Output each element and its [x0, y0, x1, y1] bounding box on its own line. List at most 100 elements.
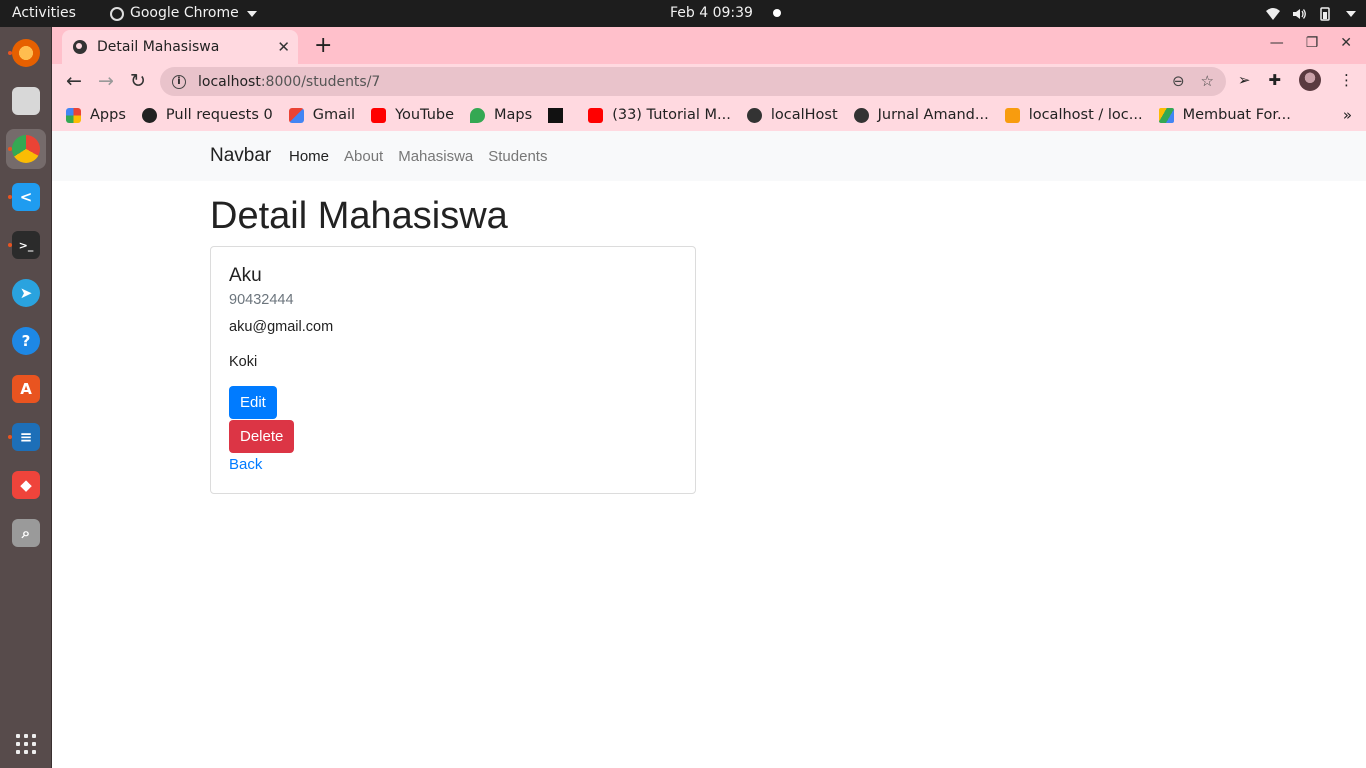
tab-title: Detail Mahasiswa [97, 39, 220, 55]
bookmark-youtube[interactable]: YouTube [371, 107, 454, 123]
battery-icon [1320, 6, 1330, 21]
show-applications-button[interactable] [16, 734, 36, 754]
address-bar[interactable]: i localhost:8000/students/7 ⊖ ☆ [160, 67, 1226, 96]
bookmark-unsplash[interactable] [548, 107, 572, 123]
bookmark-localhost[interactable]: localHost [746, 107, 838, 123]
dock-item-help[interactable]: ? [6, 321, 46, 361]
globe-icon [853, 107, 869, 123]
help-icon: ? [12, 327, 40, 355]
system-tray[interactable] [1266, 0, 1356, 27]
student-nrp: 90432444 [229, 292, 294, 308]
bookmark-label: YouTube [395, 107, 455, 123]
dock-item-terminal[interactable]: >_ [6, 225, 46, 265]
anydesk-icon: ◆ [12, 471, 40, 499]
send-tab-icon[interactable]: ➢ [1238, 71, 1251, 89]
github-icon [141, 107, 157, 123]
close-icon[interactable]: ✕ [1340, 35, 1352, 51]
site-info-icon[interactable]: i [172, 74, 186, 89]
dock-item-firefox[interactable] [6, 33, 46, 73]
bookmark-label: Maps [494, 107, 533, 123]
writer-icon: ≡ [12, 423, 40, 451]
chevron-down-icon [246, 10, 257, 17]
files-icon [12, 87, 40, 115]
close-tab-icon[interactable]: ✕ [277, 38, 290, 56]
bookmark-apps[interactable]: Apps [66, 107, 126, 123]
bookmark-label: Membuat For... [1182, 107, 1291, 123]
apps-icon [66, 107, 81, 123]
reload-icon[interactable]: ↻ [126, 69, 150, 93]
url-host: localhost [198, 73, 261, 90]
nav-mahasiswa[interactable]: Mahasiswa [398, 148, 473, 165]
student-name: Aku [229, 265, 262, 286]
navbar-brand[interactable]: Navbar [210, 145, 271, 167]
bookmark-label: localHost [770, 107, 838, 123]
dock-item-telegram[interactable]: ➤ [6, 273, 46, 313]
screenshot-icon: ⌕ [12, 519, 40, 547]
delete-button[interactable]: Delete [229, 420, 295, 453]
vscode-icon: < [12, 183, 40, 211]
dock-item-software[interactable]: A [6, 369, 46, 409]
dock-item-anydesk[interactable]: ◆ [6, 465, 46, 505]
browser-tab[interactable]: Detail Mahasiswa ✕ [62, 30, 298, 64]
forward-arrow-icon[interactable]: → [94, 69, 118, 93]
maps-icon [470, 107, 486, 123]
nav-students[interactable]: Students [488, 148, 547, 165]
system-top-bar: Activities Google Chrome Feb 4 09:39 [0, 0, 1366, 27]
phpmyadmin-icon [1004, 107, 1020, 123]
dock-item-files[interactable] [6, 81, 46, 121]
app-menu[interactable]: Google Chrome [110, 0, 257, 27]
student-card: Aku 90432444 aku@gmail.com Koki Edit Del… [210, 246, 696, 494]
browser-window: Detail Mahasiswa ✕ + — ❐ ✕ ← → ↻ i local… [52, 27, 1366, 131]
back-arrow-icon[interactable]: ← [62, 69, 86, 93]
clock[interactable]: Feb 4 09:39 [670, 0, 781, 27]
running-indicator [8, 435, 12, 439]
edit-button[interactable]: Edit [229, 386, 277, 419]
bookmark-label: (33) Tutorial M... [612, 107, 731, 123]
nav-home[interactable]: Home [289, 148, 329, 165]
bookmark-label: Pull requests 0 [165, 107, 273, 123]
bookmark-maps[interactable]: Maps [470, 107, 532, 123]
bookmark-gmail[interactable]: Gmail [288, 107, 356, 123]
youtube-icon [588, 107, 604, 123]
dock-item-chrome[interactable] [6, 129, 46, 169]
browser-toolbar: ← → ↻ i localhost:8000/students/7 ⊖ ☆ ➢ … [52, 64, 1366, 99]
minimize-icon[interactable]: — [1270, 35, 1284, 51]
dock-item-screenshot[interactable]: ⌕ [6, 513, 46, 553]
bookmark-label: Jurnal Amand... [877, 107, 989, 123]
wifi-icon [1266, 7, 1280, 20]
nav-about[interactable]: About [344, 148, 383, 165]
bookmark-jurnal[interactable]: Jurnal Amand... [853, 107, 989, 123]
running-indicator [8, 51, 12, 55]
running-indicator [8, 243, 12, 247]
bookmark-tutorial[interactable]: (33) Tutorial M... [588, 107, 731, 123]
bookmark-pull-requests[interactable]: Pull requests 0 [141, 107, 273, 123]
bookmark-label: localhost / loc... [1028, 107, 1143, 123]
extensions-icon[interactable]: ✚ [1268, 71, 1281, 89]
url-path: :8000/students/7 [260, 73, 381, 90]
telegram-icon: ➤ [12, 279, 40, 307]
profile-avatar[interactable] [1299, 69, 1321, 91]
menu-kebab-icon[interactable]: ⋮ [1339, 71, 1354, 89]
dock-item-writer[interactable]: ≡ [6, 417, 46, 457]
dock-item-vscode[interactable]: < [6, 177, 46, 217]
web-page: Navbar Home About Mahasiswa Students Det… [52, 131, 1366, 768]
bookmark-star-icon[interactable]: ☆ [1201, 72, 1214, 90]
software-icon: A [12, 375, 40, 403]
new-tab-button[interactable]: + [314, 33, 332, 58]
restore-icon[interactable]: ❐ [1306, 35, 1319, 51]
app-menu-label: Google Chrome [130, 5, 239, 21]
notification-dot-icon [772, 9, 781, 17]
running-indicator [8, 147, 12, 151]
back-link[interactable]: Back [229, 456, 262, 473]
firefox-icon [12, 39, 40, 67]
bookmarks-overflow-icon[interactable]: » [1343, 106, 1352, 124]
unsplash-icon [548, 107, 564, 123]
globe-icon [73, 40, 87, 54]
bookmark-membuat[interactable]: Membuat For... [1158, 107, 1291, 123]
bookmark-label: Gmail [312, 107, 356, 123]
globe-icon [746, 107, 762, 123]
bookmark-phpmyadmin[interactable]: localhost / loc... [1004, 107, 1143, 123]
activities-button[interactable]: Activities [12, 0, 76, 27]
gmail-icon [288, 107, 304, 123]
zoom-icon[interactable]: ⊖ [1172, 72, 1185, 90]
